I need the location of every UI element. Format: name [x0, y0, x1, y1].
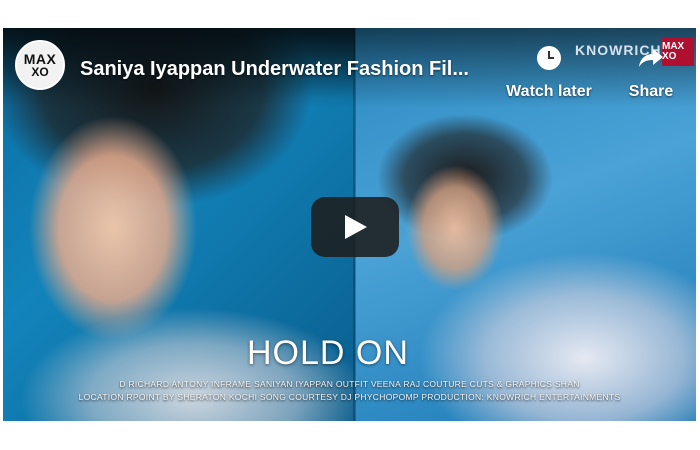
clock-icon — [537, 46, 561, 70]
share-button[interactable]: Share — [621, 46, 681, 101]
play-icon — [345, 215, 367, 239]
video-player[interactable]: MAX XO Saniya Iyappan Underwater Fashion… — [3, 28, 696, 421]
channel-logo-text-1: MAX — [23, 51, 57, 67]
play-button[interactable] — [311, 197, 399, 257]
channel-logo-text-2: XO — [31, 65, 49, 79]
share-label: Share — [628, 83, 674, 100]
watch-later-label: Watch later — [506, 83, 592, 100]
channel-avatar[interactable]: MAX XO — [15, 40, 65, 90]
song-title-overlay: HOLD ON — [247, 334, 409, 372]
share-arrow-icon — [639, 49, 663, 67]
watch-later-button[interactable]: Watch later — [501, 46, 597, 101]
video-title[interactable]: Saniya Iyappan Underwater Fashion Fil... — [80, 58, 500, 81]
credits-line-1: D RICHARD ANTONY INFRAME SANIYAN IYAPPAN… — [119, 379, 580, 389]
credits-line-2: LOCATION RPOINT BY SHERATON KOCHI SONG C… — [78, 392, 621, 402]
embed-frame: MAX XO Saniya Iyappan Underwater Fashion… — [0, 0, 700, 450]
